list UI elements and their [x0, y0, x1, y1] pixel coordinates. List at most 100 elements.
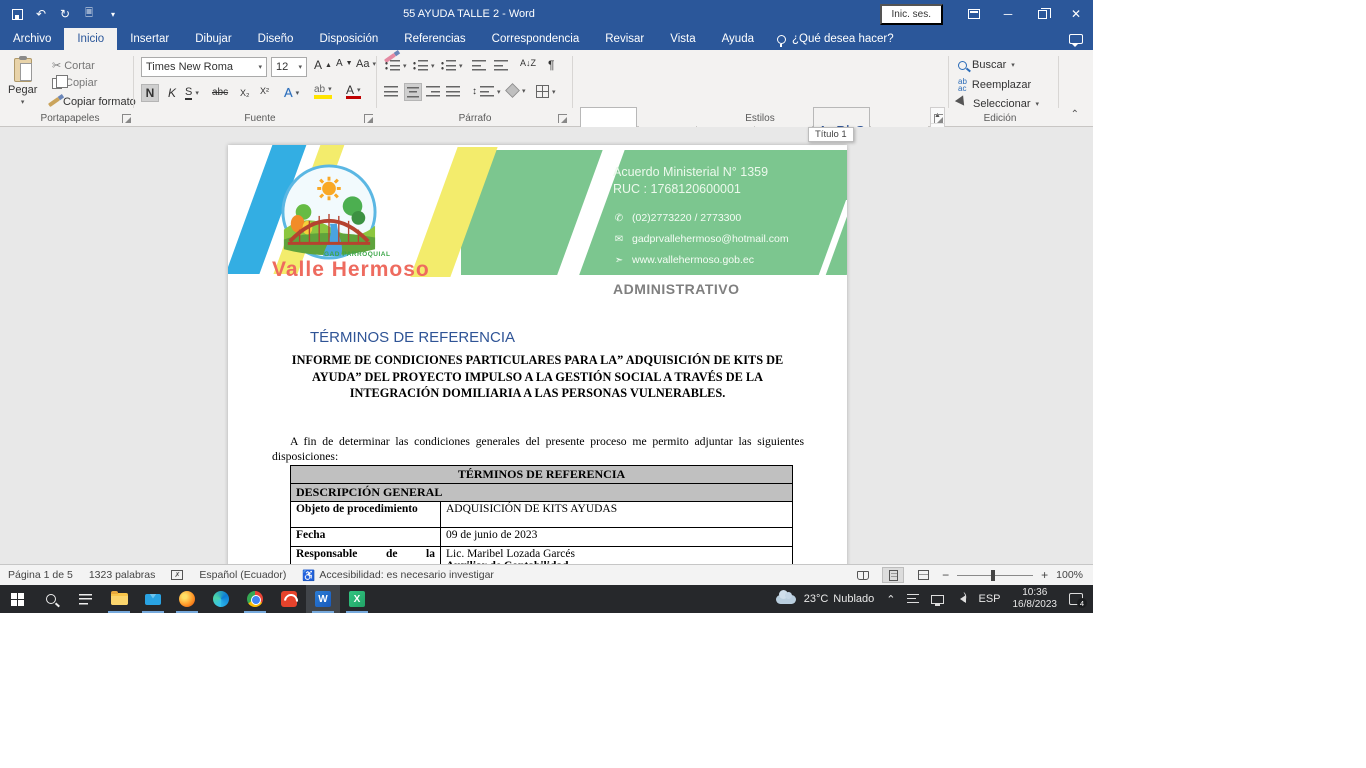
- superscript-button[interactable]: X²: [260, 86, 269, 96]
- read-mode-button[interactable]: [852, 567, 874, 583]
- language-indicator[interactable]: Español (Ecuador): [199, 569, 286, 581]
- styles-dialog-launcher[interactable]: [934, 114, 943, 123]
- strikethrough-button[interactable]: abc: [212, 87, 228, 98]
- tell-me-box[interactable]: ¿Qué desea hacer?: [767, 28, 904, 50]
- undo-icon[interactable]: ↶: [34, 7, 48, 21]
- tab-revisar[interactable]: Revisar: [592, 28, 657, 50]
- start-button[interactable]: [0, 585, 34, 613]
- paste-button[interactable]: Pegar ▾: [8, 58, 37, 106]
- proofing-errors-icon[interactable]: ✗: [171, 570, 183, 580]
- table-section-cell[interactable]: DESCRIPCIÓN GENERAL: [291, 484, 793, 502]
- pdf-app-button[interactable]: [272, 585, 306, 613]
- select-button[interactable]: Seleccionar▾: [958, 97, 1039, 111]
- table-title-cell[interactable]: TÉRMINOS DE REFERENCIA: [291, 466, 793, 484]
- document-page[interactable]: Acuerdo Ministerial N° 1359 RUC : 176812…: [228, 145, 847, 564]
- text-effects-button[interactable]: A▾: [284, 85, 299, 100]
- save-icon[interactable]: [10, 7, 24, 21]
- tab-archivo[interactable]: Archivo: [0, 28, 64, 50]
- tab-vista[interactable]: Vista: [657, 28, 708, 50]
- underline-button[interactable]: S▾: [185, 86, 199, 100]
- font-family-combobox[interactable]: Times New Roma▾: [141, 57, 267, 77]
- word-taskbar-button[interactable]: W: [306, 585, 340, 613]
- format-painter-button[interactable]: Copiar formato: [48, 96, 136, 108]
- word-count[interactable]: 1323 palabras: [89, 569, 156, 581]
- zoom-in-button[interactable]: +: [1041, 568, 1048, 582]
- bullets-button[interactable]: ▾: [384, 60, 407, 71]
- tab-dibujar[interactable]: Dibujar: [182, 28, 244, 50]
- edge-button[interactable]: [204, 585, 238, 613]
- justify-button[interactable]: [446, 86, 460, 97]
- multilevel-list-button[interactable]: ▾: [440, 60, 463, 71]
- cut-button[interactable]: ✂ Cortar: [52, 59, 95, 72]
- comments-icon[interactable]: [1059, 28, 1093, 50]
- close-button[interactable]: ✕: [1059, 0, 1093, 28]
- highlight-color-button[interactable]: ab▾: [314, 85, 332, 99]
- font-dialog-launcher[interactable]: [364, 114, 373, 123]
- tab-correspondencia[interactable]: Correspondencia: [479, 28, 593, 50]
- page-indicator[interactable]: Página 1 de 5: [8, 569, 73, 581]
- customize-qat-icon[interactable]: ▾: [106, 7, 120, 21]
- accessibility-status[interactable]: ♿Accesibilidad: es necesario investigar: [302, 569, 494, 582]
- zoom-slider-handle[interactable]: [991, 570, 995, 581]
- table-label-cell[interactable]: Responsable de la: [291, 547, 441, 565]
- table-label-cell[interactable]: Objeto de procedimiento: [291, 502, 441, 528]
- grow-font-button[interactable]: A▲: [314, 58, 332, 72]
- align-left-button[interactable]: [384, 86, 398, 97]
- bold-button[interactable]: N: [141, 84, 159, 102]
- chrome-button[interactable]: [238, 585, 272, 613]
- web-layout-button[interactable]: [912, 567, 934, 583]
- italic-button[interactable]: K: [163, 84, 181, 102]
- print-preview-icon[interactable]: 🗏: [82, 7, 96, 21]
- weather-widget[interactable]: 23°C Nublado: [770, 585, 881, 613]
- change-case-button[interactable]: Aa▾: [356, 58, 376, 70]
- ribbon-display-options-button[interactable]: [957, 0, 991, 28]
- zoom-out-button[interactable]: −: [942, 568, 949, 582]
- numbering-button[interactable]: ▾: [412, 60, 435, 71]
- tab-diseno[interactable]: Diseño: [245, 28, 307, 50]
- sort-button[interactable]: A↓Z: [520, 58, 536, 68]
- font-size-combobox[interactable]: 12▾: [271, 57, 307, 77]
- tab-disposicion[interactable]: Disposición: [306, 28, 391, 50]
- notification-center-button[interactable]: 4: [1063, 585, 1089, 613]
- minimize-button[interactable]: ─: [991, 0, 1025, 28]
- tab-referencias[interactable]: Referencias: [391, 28, 478, 50]
- align-center-button[interactable]: [404, 83, 422, 101]
- font-color-button[interactable]: A▾: [346, 85, 361, 99]
- replace-button[interactable]: abac Reemplazar: [958, 78, 1031, 92]
- mail-button[interactable]: [136, 585, 170, 613]
- align-right-button[interactable]: [426, 86, 440, 97]
- sign-in-button[interactable]: Inic. ses.: [880, 4, 943, 25]
- zoom-slider[interactable]: [957, 575, 1033, 576]
- redo-icon[interactable]: ↻: [58, 7, 72, 21]
- subscript-button[interactable]: X₂: [240, 88, 250, 98]
- network-icon[interactable]: [925, 585, 950, 613]
- excel-taskbar-button[interactable]: X: [340, 585, 374, 613]
- file-explorer-button[interactable]: [102, 585, 136, 613]
- table-value-cell[interactable]: Lic. Maribel Lozada Garcés Auxiliar de C…: [441, 547, 793, 565]
- shrink-font-button[interactable]: A▼: [336, 58, 353, 69]
- tab-ayuda[interactable]: Ayuda: [709, 28, 767, 50]
- paragraph-dialog-launcher[interactable]: [558, 114, 567, 123]
- copy-button[interactable]: Copiar: [52, 77, 97, 89]
- taskbar-search-button[interactable]: [34, 585, 68, 613]
- tab-inicio[interactable]: Inicio: [64, 28, 117, 50]
- collapse-ribbon-icon[interactable]: ⌃: [1071, 109, 1079, 120]
- borders-button[interactable]: ▾: [536, 85, 556, 98]
- clipboard-dialog-launcher[interactable]: [122, 114, 131, 123]
- zoom-level[interactable]: 100%: [1056, 569, 1083, 581]
- volume-icon[interactable]: [950, 585, 972, 613]
- increase-indent-button[interactable]: [494, 60, 508, 71]
- task-view-button[interactable]: [68, 585, 102, 613]
- show-marks-button[interactable]: ¶: [548, 58, 554, 72]
- line-spacing-button[interactable]: ↕▾: [472, 86, 501, 97]
- table-label-cell[interactable]: Fecha: [291, 528, 441, 547]
- table-value-cell[interactable]: 09 de junio de 2023: [441, 528, 793, 547]
- firefox-button[interactable]: [170, 585, 204, 613]
- tab-insertar[interactable]: Insertar: [117, 28, 182, 50]
- print-layout-button[interactable]: [882, 567, 904, 583]
- find-button[interactable]: Buscar▾: [958, 59, 1015, 71]
- tray-lines-icon[interactable]: [901, 585, 925, 613]
- clock[interactable]: 10:3616/8/2023: [1007, 585, 1064, 613]
- language-switcher[interactable]: ESP: [972, 585, 1006, 613]
- shading-button[interactable]: ▾: [506, 84, 526, 97]
